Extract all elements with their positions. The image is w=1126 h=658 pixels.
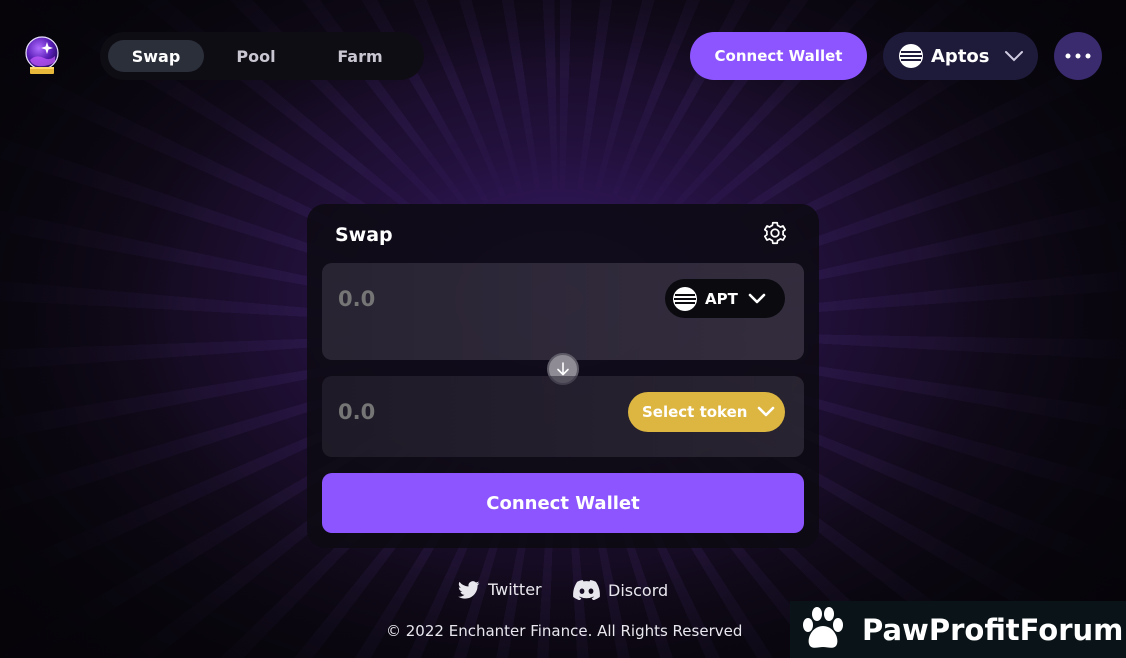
select-token-label: Select token — [642, 403, 748, 421]
paw-icon — [803, 606, 843, 648]
discord-icon — [573, 580, 600, 600]
arrow-down-icon — [557, 362, 569, 376]
select-token-button[interactable]: Select token — [628, 392, 785, 432]
from-token-label: APT — [705, 289, 738, 308]
from-amount-input[interactable] — [338, 287, 538, 311]
from-token-selector[interactable]: APT — [665, 279, 785, 318]
tab-farm[interactable]: Farm — [308, 40, 412, 72]
aptos-icon — [673, 286, 697, 311]
chevron-down-icon — [758, 406, 775, 417]
settings-gear-icon[interactable] — [762, 220, 788, 246]
tab-pool[interactable]: Pool — [204, 40, 308, 72]
more-button[interactable] — [1054, 32, 1102, 80]
network-selector[interactable]: Aptos — [883, 32, 1038, 80]
chevron-down-icon — [748, 293, 766, 303]
connect-wallet-button[interactable]: Connect Wallet — [322, 473, 804, 533]
crystal-ball-icon — [25, 36, 59, 74]
connect-wallet-header-button[interactable]: Connect Wallet — [690, 32, 867, 80]
to-amount-input[interactable] — [338, 400, 538, 424]
more-dots-icon — [1065, 53, 1091, 59]
watermark-text: PawProfitForum — [862, 612, 1124, 647]
main-nav: Swap Pool Farm — [100, 32, 424, 80]
to-token-panel: Select token — [322, 376, 804, 457]
swap-card-title: Swap — [335, 224, 393, 246]
twitter-label: Twitter — [488, 580, 542, 599]
swap-card: Swap APT Select token — [307, 204, 819, 548]
from-token-panel: APT — [322, 263, 804, 360]
twitter-icon — [458, 580, 480, 599]
network-label: Aptos — [931, 45, 990, 67]
copyright-text: © 2022 Enchanter Finance. All Rights Res… — [386, 622, 743, 640]
watermark: PawProfitForum — [790, 601, 1126, 658]
chevron-down-icon — [1004, 51, 1023, 62]
discord-label: Discord — [608, 580, 669, 600]
tab-swap[interactable]: Swap — [108, 40, 204, 72]
discord-link[interactable]: Discord — [573, 580, 668, 600]
aptos-icon — [899, 44, 923, 68]
twitter-link[interactable]: Twitter — [458, 580, 542, 599]
logo-icon[interactable] — [22, 36, 62, 76]
